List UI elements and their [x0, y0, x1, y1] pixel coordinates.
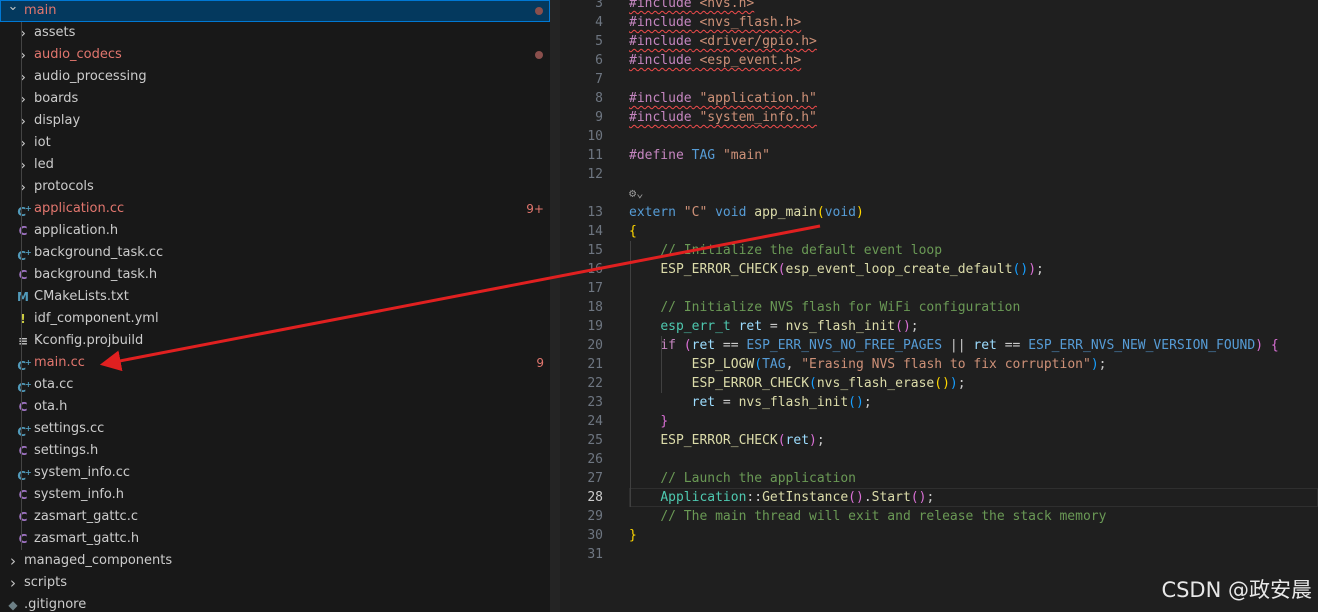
annotation-arrow	[99, 224, 821, 372]
watermark: CSDN @政安晨	[1161, 578, 1312, 602]
